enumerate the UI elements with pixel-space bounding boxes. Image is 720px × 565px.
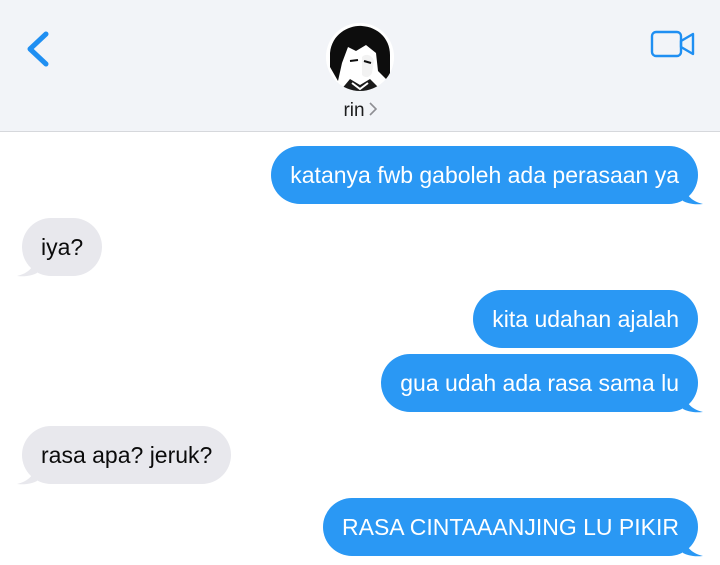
bubble-tail: [683, 533, 703, 557]
bubble-tail: [17, 461, 37, 485]
outgoing-message-bubble[interactable]: katanya fwb gaboleh ada perasaan ya: [271, 146, 698, 204]
outgoing-message-bubble[interactable]: kita udahan ajalah: [473, 290, 698, 348]
avatar-image: [326, 23, 394, 91]
video-camera-icon: [650, 30, 695, 58]
message-text: katanya fwb gaboleh ada perasaan ya: [290, 162, 679, 188]
bubble-tail: [17, 253, 37, 277]
message-text: gua udah ada rasa sama lu: [400, 370, 679, 396]
conversation-header: rin: [0, 0, 720, 132]
incoming-message-bubble[interactable]: rasa apa? jeruk?: [22, 426, 232, 484]
message-text: iya?: [41, 234, 84, 260]
chevron-right-icon: [368, 100, 377, 122]
message-thread[interactable]: katanya fwb gaboleh ada perasaan ya iya?…: [0, 132, 720, 565]
chevron-left-icon: [27, 31, 49, 67]
contact-avatar[interactable]: [326, 23, 394, 91]
bubble-tail: [683, 181, 703, 205]
contact-name-button[interactable]: rin: [0, 100, 720, 122]
back-button[interactable]: [22, 28, 56, 70]
video-call-button[interactable]: [650, 29, 696, 59]
contact-name: rin: [343, 100, 365, 122]
message-text: RASA CINTAAANJING LU PIKIR: [342, 514, 679, 540]
outgoing-message-bubble[interactable]: gua udah ada rasa sama lu: [381, 354, 698, 412]
message-text: rasa apa? jeruk?: [41, 442, 213, 468]
message-text: kita udahan ajalah: [492, 306, 679, 332]
bubble-tail: [683, 389, 703, 413]
outgoing-message-bubble[interactable]: RASA CINTAAANJING LU PIKIR: [323, 498, 698, 556]
